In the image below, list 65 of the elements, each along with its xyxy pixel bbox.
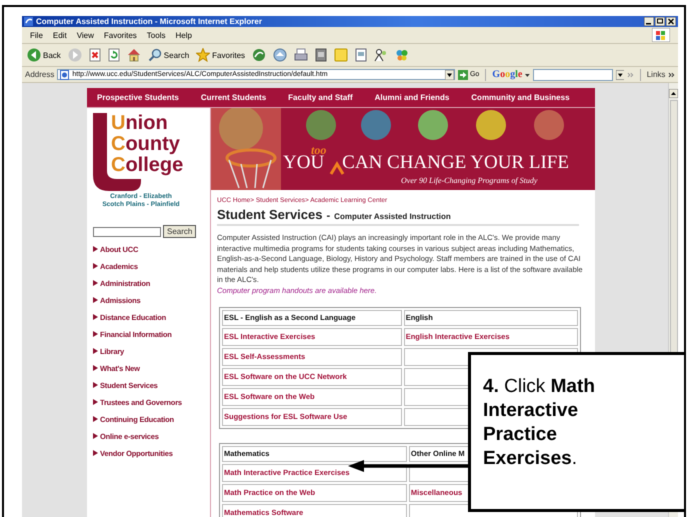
windows-logo-icon	[652, 28, 670, 42]
star-icon	[196, 48, 210, 62]
nav-link[interactable]: Community and Business	[471, 93, 570, 102]
page-icon	[60, 70, 70, 80]
banner-headline: CAN CHANGE YOUR LIFE	[342, 152, 569, 174]
printer-icon[interactable]	[294, 48, 308, 62]
menu-item[interactable]: View	[76, 30, 94, 40]
minimize-icon[interactable]	[644, 17, 654, 26]
triangle-icon	[93, 433, 98, 439]
favorites-button[interactable]: Favorites	[196, 48, 246, 62]
dropdown-icon[interactable]	[444, 70, 454, 80]
menu-item[interactable]: File	[30, 30, 43, 40]
back-icon	[27, 48, 41, 62]
page-icon[interactable]	[315, 48, 328, 62]
butterfly-icon[interactable]	[395, 48, 410, 62]
media-icon[interactable]	[252, 48, 266, 62]
search-field[interactable]	[93, 226, 161, 236]
google-button[interactable]: Google	[492, 69, 522, 80]
search-button[interactable]: Search	[148, 48, 190, 62]
triangle-icon	[93, 399, 98, 405]
menu-item[interactable]: Tools	[146, 30, 166, 40]
menu-item[interactable]: Help	[175, 30, 192, 40]
maximize-icon[interactable]	[655, 17, 665, 26]
document-icon[interactable]	[355, 48, 368, 62]
triangle-icon	[93, 365, 98, 371]
triangle-icon	[93, 450, 98, 456]
menu-item[interactable]: Edit	[52, 30, 67, 40]
page-title: Student Services	[217, 207, 322, 222]
arrow-icon	[458, 70, 468, 80]
nav-link[interactable]: Alumni and Friends	[374, 93, 450, 102]
title-separator: -	[326, 210, 330, 222]
people-icon[interactable]	[374, 48, 388, 62]
page-subtitle: Computer Assisted Instruction	[334, 212, 451, 221]
triangle-icon	[93, 416, 98, 422]
triangle-icon	[93, 263, 98, 269]
triangle-icon	[93, 331, 98, 337]
dropdown-icon[interactable]	[616, 70, 624, 80]
search-button[interactable]: Search	[163, 225, 196, 238]
menu-item[interactable]: Favorites	[104, 30, 137, 40]
scroll-up-icon[interactable]	[669, 89, 678, 98]
stop-icon[interactable]	[88, 48, 101, 62]
home-icon[interactable]	[126, 48, 141, 62]
refresh-icon[interactable]	[108, 48, 120, 62]
triangle-icon	[93, 246, 98, 252]
nav-link[interactable]: Prospective Students	[97, 93, 179, 102]
close-icon[interactable]	[666, 17, 676, 26]
logo-text: College	[111, 155, 184, 176]
back-button[interactable]: Back	[27, 48, 61, 62]
triangle-icon	[93, 382, 98, 388]
nav-link[interactable]: Current Students	[200, 93, 266, 102]
browser-icon	[24, 17, 33, 26]
triangle-icon	[93, 314, 98, 320]
links-button[interactable]: Links	[646, 70, 666, 79]
window-title: Computer Assisted Instruction - Microsoft Internet Explorer	[36, 17, 262, 26]
address-label: Address	[25, 70, 54, 79]
banner-word: too	[311, 143, 326, 157]
logo-text: Union	[111, 113, 169, 134]
banner-tagline: Over 90 Life-Changing Programs of Study	[401, 176, 538, 185]
google-search-field[interactable]	[533, 68, 613, 80]
triangle-icon	[93, 297, 98, 303]
search-icon	[148, 48, 162, 62]
triangle-icon	[93, 280, 98, 286]
triangle-icon	[93, 348, 98, 354]
logo-text: County	[111, 134, 181, 155]
nav-link[interactable]: Faculty and Staff	[288, 93, 353, 102]
